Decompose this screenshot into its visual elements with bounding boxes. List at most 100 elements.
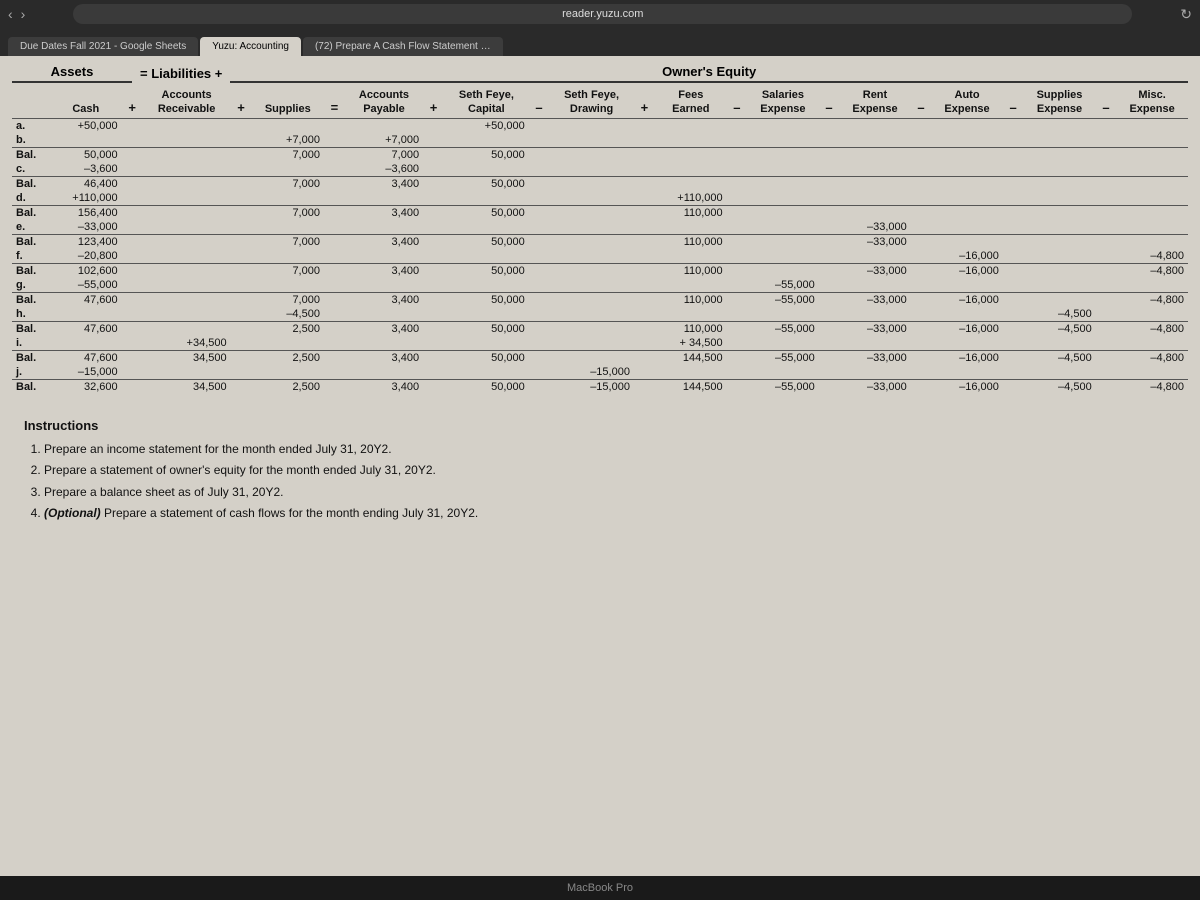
table-cell [231,118,252,133]
table-cell [231,263,252,278]
refresh-icon[interactable]: ↻ [1180,6,1192,23]
table-cell [252,278,324,293]
table-cell [1116,278,1188,293]
table-cell: –16,000 [931,379,1003,394]
table-cell [634,205,655,220]
table-cell [231,379,252,394]
table-cell [839,205,911,220]
table-cell [747,249,819,264]
table-cell [143,365,231,380]
table-cell [529,365,549,380]
col-accounts-receivable: AccountsReceivable [143,87,231,118]
table-cell: –4,500 [1023,379,1095,394]
table-cell [1023,249,1095,264]
col-minus2: – [727,87,747,118]
table-cell [1003,350,1023,365]
back-icon[interactable]: ‹ [8,6,13,22]
table-cell [529,205,549,220]
table-cell: –16,000 [931,292,1003,307]
table-cell [727,321,747,336]
table-cell [634,249,655,264]
table-cell [50,133,122,148]
col-auto: AutoExpense [931,87,1003,118]
table-cell [549,118,634,133]
table-cell: 34,500 [143,379,231,394]
table-cell [122,292,143,307]
table-cell [143,205,231,220]
forward-icon[interactable]: › [21,6,26,22]
table-cell [839,307,911,322]
table-cell: –4,800 [1116,249,1188,264]
table-cell [324,278,345,293]
table-cell [819,292,839,307]
table-cell [1003,249,1023,264]
table-cell [1096,249,1116,264]
table-cell: 110,000 [655,205,727,220]
col-plus1: + [122,87,143,118]
table-cell [911,321,931,336]
table-cell [324,234,345,249]
table-cell [839,249,911,264]
table-cell [529,176,549,191]
table-cell [819,365,839,380]
table-cell [1096,365,1116,380]
table-cell [1096,263,1116,278]
tab-youtube[interactable]: (72) Prepare A Cash Flow Statement | Ind… [303,37,503,56]
table-cell [727,365,747,380]
table-cell: c. [12,162,50,177]
table-cell [549,191,634,206]
table-cell [839,162,911,177]
col-salaries: SalariesExpense [747,87,819,118]
table-cell [634,336,655,351]
table-cell [931,191,1003,206]
url-bar[interactable]: reader.yuzu.com [73,4,1132,24]
table-cell [819,350,839,365]
table-cell: 3,400 [345,234,423,249]
table-cell [747,234,819,249]
table-cell: 3,400 [345,205,423,220]
table-cell [423,307,444,322]
table-cell [819,147,839,162]
table-cell: Bal. [12,234,50,249]
table-cell [1003,162,1023,177]
table-cell [1003,205,1023,220]
table-cell [549,162,634,177]
table-cell [423,336,444,351]
table-cell [1023,118,1095,133]
table-cell: 32,600 [50,379,122,394]
table-cell [143,307,231,322]
table-cell: –4,800 [1116,379,1188,394]
table-cell [931,365,1003,380]
table-cell: e. [12,220,50,235]
table-cell [1116,234,1188,249]
table-cell: –33,000 [839,292,911,307]
table-cell [819,205,839,220]
table-cell [727,278,747,293]
table-cell [634,350,655,365]
table-cell [529,249,549,264]
table-cell [1023,278,1095,293]
col-misc: Misc.Expense [1116,87,1188,118]
col-seth-drawing: Seth Feye,Drawing [549,87,634,118]
tab-google-sheets[interactable]: Due Dates Fall 2021 - Google Sheets [8,37,198,56]
col-eq: = [324,87,345,118]
table-cell [1003,147,1023,162]
table-cell [324,307,345,322]
table-cell: 3,400 [345,321,423,336]
table-cell [549,176,634,191]
table-cell [747,133,819,148]
table-cell: 7,000 [252,176,324,191]
table-cell [252,365,324,380]
table-cell: 50,000 [444,234,529,249]
table-cell [931,336,1003,351]
col-minus4: – [911,87,931,118]
table-cell [549,133,634,148]
table-cell [1116,191,1188,206]
tab-yuzu[interactable]: Yuzu: Accounting [200,37,301,56]
table-cell: –4,800 [1116,263,1188,278]
col-fees-earned: FeesEarned [655,87,727,118]
table-cell [122,147,143,162]
table-cell [529,307,549,322]
table-cell [911,205,931,220]
table-cell: –4,500 [1023,350,1095,365]
